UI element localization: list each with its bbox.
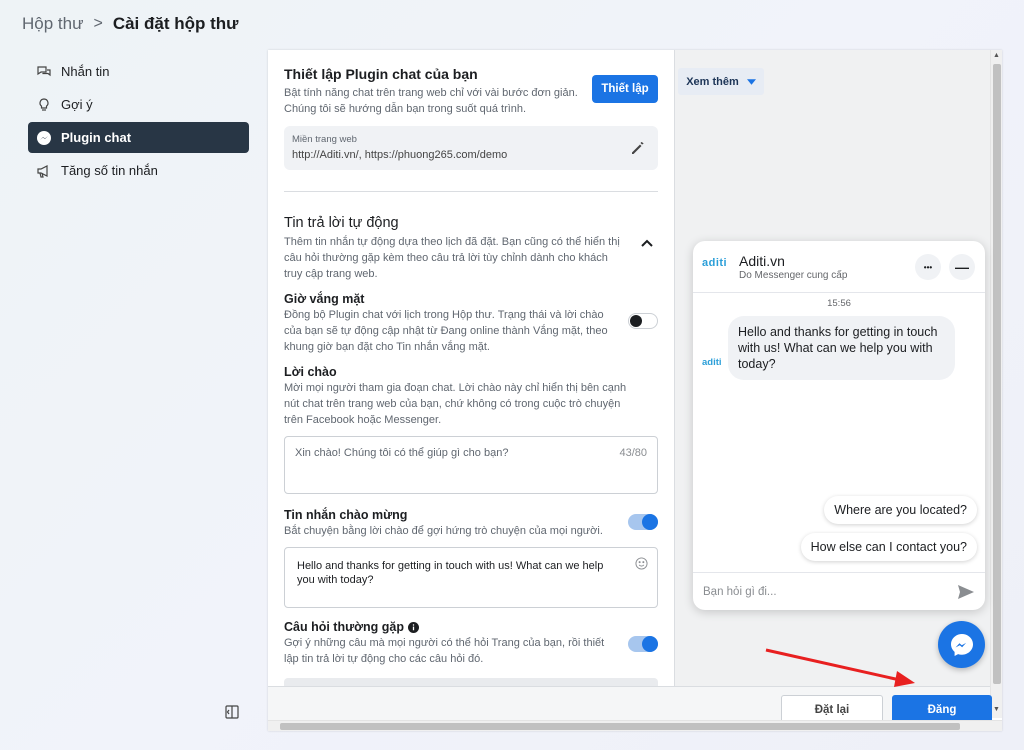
toggle-knob bbox=[630, 315, 642, 327]
greeting-input[interactable]: Xin chào! Chúng tôi có thể giúp gì cho b… bbox=[284, 436, 658, 494]
domain-field[interactable]: Miền trang web http://Aditi.vn/, https:/… bbox=[284, 126, 658, 170]
settings-form: Thiết lập Plugin chat của bạn Bật tính n… bbox=[268, 50, 674, 686]
send-icon[interactable] bbox=[957, 583, 975, 601]
sidebar-item-label: Plugin chat bbox=[61, 130, 132, 145]
more-options-icon[interactable]: ••• bbox=[915, 254, 941, 280]
page-title: Cài đặt hộp thư bbox=[112, 14, 239, 33]
megaphone-icon bbox=[37, 164, 48, 178]
scroll-down-arrow[interactable]: ▼ bbox=[993, 706, 1000, 713]
faq-list-preview bbox=[284, 678, 658, 686]
breadcrumb: Hộp thư > Cài đặt hộp thư bbox=[22, 14, 238, 34]
pencil-icon[interactable] bbox=[630, 140, 646, 156]
sidebar-item-label: Gợi ý bbox=[61, 97, 93, 112]
collapse-sidebar-icon[interactable] bbox=[224, 704, 240, 720]
chat-input-placeholder: Bạn hỏi gì đi... bbox=[703, 586, 777, 598]
messenger-launcher-button[interactable] bbox=[938, 621, 985, 668]
chat-page-name: Aditi.vn bbox=[739, 253, 785, 269]
quick-reply-contact[interactable]: How else can I contact you? bbox=[800, 533, 977, 561]
messenger-icon bbox=[950, 633, 973, 656]
welcome-title: Tin nhắn chào mừng bbox=[284, 508, 408, 522]
emoji-icon[interactable] bbox=[635, 557, 648, 570]
breadcrumb-inbox-link[interactable]: Hộp thư bbox=[22, 14, 83, 34]
welcome-text: Hello and thanks for getting in touch wi… bbox=[297, 560, 604, 586]
message-bubble: Hello and thanks for getting in touch wi… bbox=[728, 316, 955, 380]
away-description: Đồng bộ Plugin chat với lịch trong Hộp t… bbox=[284, 309, 608, 353]
message-timestamp: 15:56 bbox=[827, 298, 851, 309]
chat-bubbles-icon bbox=[37, 65, 51, 76]
setup-title: Thiết lập Plugin chat của bạn bbox=[284, 66, 478, 82]
vertical-scrollbar[interactable]: ▲ ▼ bbox=[990, 50, 1002, 718]
toggle-knob bbox=[642, 514, 658, 530]
scrollbar-thumb[interactable] bbox=[280, 723, 960, 730]
sender-avatar: aditi bbox=[702, 357, 722, 368]
autoreply-title: Tin trả lời tự động bbox=[284, 215, 399, 231]
chat-header: aditi Aditi.vn Do Messenger cung cấp •••… bbox=[693, 241, 985, 293]
action-bar: Đặt lại Đăng bbox=[268, 686, 992, 725]
greeting-title: Lời chào bbox=[284, 365, 337, 379]
messenger-icon bbox=[37, 130, 51, 145]
chat-preview-window: aditi Aditi.vn Do Messenger cung cấp •••… bbox=[693, 241, 985, 610]
welcome-input[interactable]: Hello and thanks for getting in touch wi… bbox=[284, 547, 658, 608]
chat-input[interactable]: Bạn hỏi gì đi... bbox=[693, 572, 985, 610]
domain-value: http://Aditi.vn/, https://phuong265.com/… bbox=[292, 149, 508, 161]
brand-logo: aditi bbox=[702, 257, 728, 269]
away-title: Giờ vắng mặt bbox=[284, 292, 365, 306]
faq-toggle[interactable] bbox=[628, 636, 658, 652]
greeting-text: Xin chào! Chúng tôi có thể giúp gì cho b… bbox=[295, 447, 509, 459]
chevron-right-icon: > bbox=[93, 15, 103, 32]
toggle-knob bbox=[642, 636, 658, 652]
section-divider bbox=[284, 191, 658, 192]
minimize-icon[interactable]: — bbox=[949, 254, 975, 280]
sidebar-item-messages[interactable]: Nhắn tin bbox=[28, 56, 249, 87]
scrollbar-thumb[interactable] bbox=[993, 64, 1001, 684]
sidebar: Nhắn tin Gợi ý Plugin chat Tăng số tin n… bbox=[28, 56, 249, 188]
info-icon[interactable] bbox=[408, 621, 420, 633]
character-counter: 43/80 bbox=[619, 447, 647, 459]
setup-description: Bật tính năng chat trên trang web chỉ vớ… bbox=[284, 87, 578, 115]
domain-label: Miền trang web bbox=[292, 134, 357, 145]
chevron-up-icon[interactable] bbox=[640, 236, 654, 250]
welcome-toggle[interactable] bbox=[628, 514, 658, 530]
chat-subtitle: Do Messenger cung cấp bbox=[739, 270, 848, 281]
faq-description: Gợi ý những câu mà mọi người có thể hỏi … bbox=[284, 637, 605, 665]
away-toggle[interactable] bbox=[628, 313, 658, 329]
sidebar-item-plugin-chat[interactable]: Plugin chat bbox=[28, 122, 249, 153]
quick-reply-location[interactable]: Where are you located? bbox=[824, 496, 977, 524]
setup-button[interactable]: Thiết lập bbox=[592, 75, 658, 103]
lightbulb-icon bbox=[39, 97, 49, 111]
welcome-description: Bắt chuyện bằng lời chào để gợi hứng trò… bbox=[284, 525, 603, 537]
greeting-description: Mời mọi người tham gia đoạn chat. Lời ch… bbox=[284, 382, 627, 426]
sidebar-item-label: Tăng số tin nhắn bbox=[61, 163, 158, 178]
horizontal-scrollbar[interactable] bbox=[268, 720, 1002, 731]
faq-title: Câu hỏi thường gặp bbox=[284, 620, 405, 634]
caret-down-icon bbox=[746, 78, 756, 85]
autoreply-description: Thêm tin nhắn tự động dựa theo lịch đã đ… bbox=[284, 236, 620, 280]
annotation-arrow bbox=[765, 648, 915, 687]
see-more-label: Xem thêm bbox=[686, 75, 739, 88]
sidebar-item-suggestions[interactable]: Gợi ý bbox=[28, 89, 249, 120]
scroll-up-arrow[interactable]: ▲ bbox=[993, 52, 1000, 59]
sidebar-item-boost-messages[interactable]: Tăng số tin nhắn bbox=[28, 155, 249, 186]
sidebar-item-label: Nhắn tin bbox=[61, 64, 110, 79]
see-more-button[interactable]: Xem thêm bbox=[678, 68, 764, 95]
